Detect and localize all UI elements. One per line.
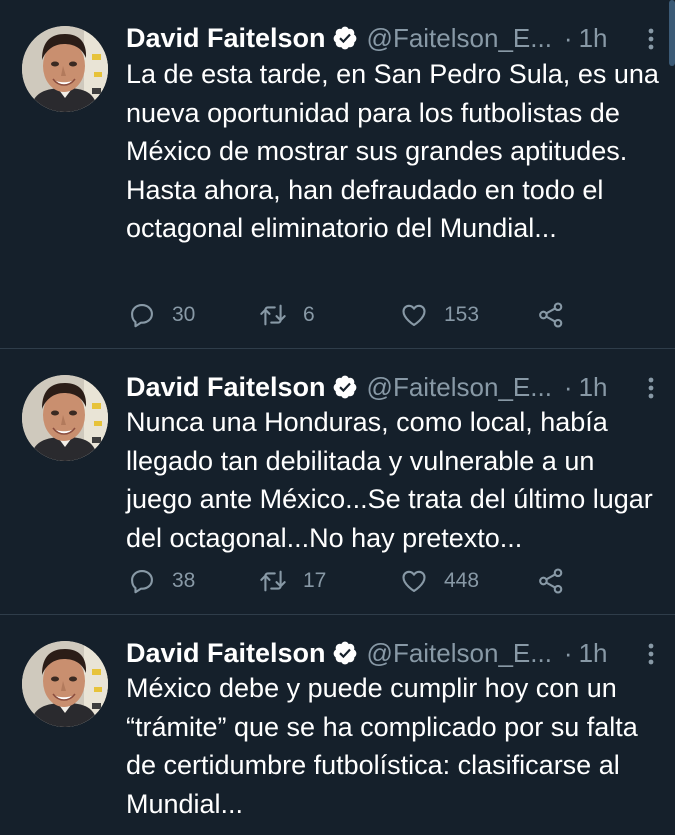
more-options-icon[interactable] (641, 641, 661, 667)
separator: · (563, 22, 573, 53)
like-button[interactable]: 448 (400, 563, 479, 599)
separator: · (563, 371, 573, 402)
share-button[interactable] (537, 563, 565, 599)
retweet-count: 17 (303, 569, 327, 592)
tweet-header: David Faitelson @Faitelson_E... · 1h (126, 635, 661, 671)
tweet-actions: 38 17 448 (128, 563, 578, 599)
timestamp[interactable]: 1h (579, 372, 608, 403)
author-name[interactable]: David Faitelson (126, 372, 326, 403)
avatar[interactable] (22, 26, 108, 112)
more-options-icon[interactable] (641, 26, 661, 52)
like-count: 153 (444, 303, 480, 326)
like-icon (400, 567, 428, 595)
more-options-icon[interactable] (641, 375, 661, 401)
share-icon (537, 567, 565, 595)
retweet-button[interactable]: 6 (259, 297, 315, 333)
tweet-text: Nunca una Honduras, como local, había ll… (126, 407, 653, 553)
retweet-count: 6 (303, 303, 315, 326)
reply-icon (128, 567, 156, 595)
author-handle[interactable]: @Faitelson_E... (367, 23, 552, 54)
retweet-icon (259, 301, 287, 329)
verified-badge-icon (332, 25, 358, 51)
share-icon (537, 301, 565, 329)
tweet-text: La de esta tarde, en San Pedro Sula, es … (126, 59, 659, 243)
reply-icon (128, 301, 156, 329)
reply-count: 38 (172, 569, 196, 592)
tweet-header: David Faitelson @Faitelson_E... · 1h (126, 20, 661, 56)
timestamp[interactable]: 1h (579, 23, 608, 54)
author-name[interactable]: David Faitelson (126, 23, 326, 54)
avatar[interactable] (22, 641, 108, 727)
tweet-2[interactable]: David Faitelson @Faitelson_E... · 1h Nun… (0, 349, 675, 615)
retweet-icon (259, 567, 287, 595)
separator: · (563, 637, 573, 668)
share-button[interactable] (537, 297, 565, 333)
reply-count: 30 (172, 303, 196, 326)
verified-badge-icon (332, 374, 358, 400)
tweet-header: David Faitelson @Faitelson_E... · 1h (126, 369, 661, 405)
reply-button[interactable]: 30 (128, 297, 195, 333)
retweet-button[interactable]: 17 (259, 563, 326, 599)
verified-badge-icon (332, 640, 358, 666)
tweet-text: México debe y puede cumplir hoy con un “… (126, 673, 638, 819)
avatar[interactable] (22, 375, 108, 461)
tweet-actions: 30 6 153 (128, 297, 578, 333)
like-count: 448 (444, 569, 480, 592)
like-button[interactable]: 153 (400, 297, 479, 333)
tweet-3[interactable]: David Faitelson @Faitelson_E... · 1h Méx… (0, 615, 675, 835)
like-icon (400, 301, 428, 329)
author-handle[interactable]: @Faitelson_E... (367, 372, 552, 403)
tweet-1[interactable]: David Faitelson @Faitelson_E... · 1h La … (0, 0, 675, 349)
reply-button[interactable]: 38 (128, 563, 195, 599)
author-name[interactable]: David Faitelson (126, 638, 326, 669)
author-handle[interactable]: @Faitelson_E... (367, 638, 552, 669)
timestamp[interactable]: 1h (579, 638, 608, 669)
